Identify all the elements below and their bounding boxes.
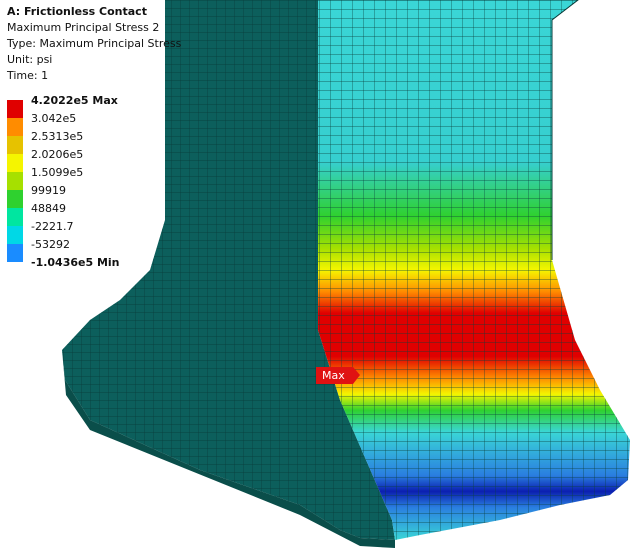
max-probe-label[interactable]: Max <box>316 367 360 384</box>
legend-value: 2.5313e5 <box>31 130 84 143</box>
legend-swatch <box>7 136 23 154</box>
legend-value: -53292 <box>31 238 70 251</box>
legend-value: 99919 <box>31 184 66 197</box>
legend-swatch <box>7 154 23 172</box>
legend-swatch <box>7 226 23 244</box>
legend-value: -2221.7 <box>31 220 74 233</box>
legend-swatch <box>7 172 23 190</box>
legend-value: 1.5099e5 <box>31 166 84 179</box>
legend-value: 2.0206e5 <box>31 148 84 161</box>
result-type: Type: Maximum Principal Stress <box>7 37 182 50</box>
legend-swatch <box>7 244 23 262</box>
legend-swatch <box>7 118 23 136</box>
legend-swatch <box>7 208 23 226</box>
legend-value: 4.2022e5 Max <box>31 94 118 107</box>
legend-swatch <box>7 190 23 208</box>
result-name: Maximum Principal Stress 2 <box>7 21 160 34</box>
analysis-title: A: Frictionless Contact <box>7 5 147 18</box>
legend-value: -1.0436e5 Min <box>31 256 120 269</box>
legend-swatch <box>7 100 23 118</box>
legend-value: 48849 <box>31 202 66 215</box>
legend-value: 3.042e5 <box>31 112 77 125</box>
result-info-panel: A: Frictionless Contact Maximum Principa… <box>7 4 181 84</box>
result-unit: Unit: psi <box>7 53 53 66</box>
result-time: Time: 1 <box>7 69 49 82</box>
